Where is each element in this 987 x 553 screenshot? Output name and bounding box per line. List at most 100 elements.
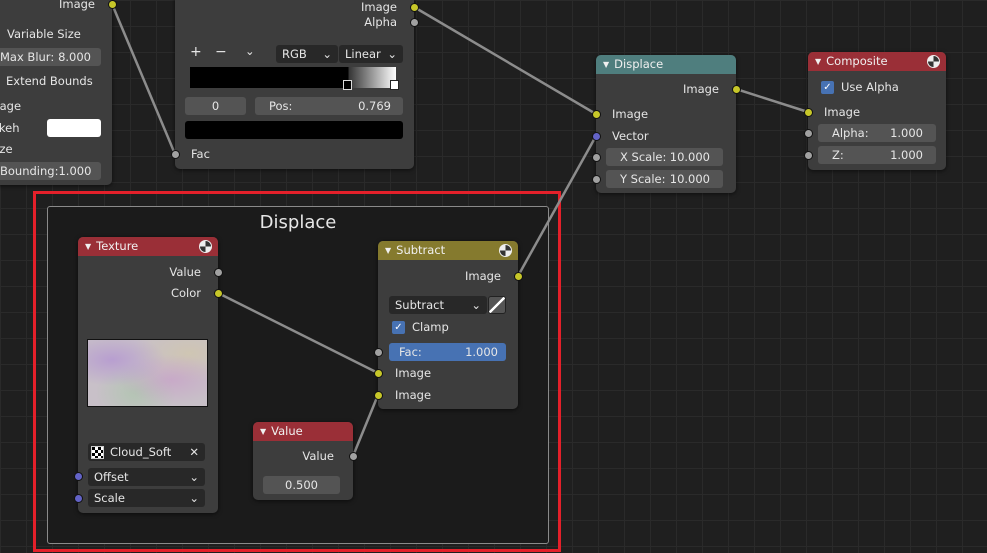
input-image: Image [0,99,22,113]
fac-field[interactable]: Fac: 1.000 [389,343,506,361]
socket-texture-color-out[interactable] [213,288,223,298]
output-alpha: Alpha [364,15,397,29]
node-header[interactable]: ▼ Texture [78,237,218,256]
max-blur-field[interactable]: Max Blur: 8.000 [0,48,101,66]
link-subtract-to-vector [516,135,598,277]
node-color-ramp[interactable]: Image Alpha + − ⌄ RGB ⌄ Linear ⌄ 0 Pos: 0.7… [175,0,414,169]
stop-color-swatch[interactable] [185,121,403,139]
socket-displace-xscale-in[interactable] [591,152,601,162]
value-field[interactable]: 0.500 [263,476,340,494]
socket-bokeh-image-out[interactable] [107,0,117,9]
input-bokeh: Bokeh [0,121,20,135]
stop-index-field[interactable]: 0 [185,97,246,115]
compositor-icon [499,244,512,257]
socket-composite-image-in[interactable] [803,107,813,117]
color-mode-dropdown[interactable]: RGB ⌄ [276,45,338,63]
socket-texture-value-out[interactable] [213,267,223,277]
output-image: Image [682,82,719,96]
close-icon[interactable]: ✕ [189,443,199,461]
color-ramp-bar[interactable] [190,67,396,88]
socket-texture-offset-in[interactable] [73,471,83,481]
texture-preview [87,339,208,407]
clamp-checkbox[interactable]: ✓ [392,321,405,334]
input-image: Image [824,105,861,119]
compositor-icon [927,55,940,68]
x-scale-field[interactable]: X Scale: 10.000 [606,148,723,166]
bounding-field[interactable]: Bounding: 1.000 [0,162,101,180]
link-displace-to-composite [735,87,809,114]
use-alpha-checkbox[interactable]: ✓ [821,81,834,94]
input-image: Image [612,107,649,121]
blend-mode-dropdown[interactable]: Subtract ⌄ [389,296,487,314]
input-size: Size [0,142,13,156]
link-value-to-image [351,394,380,457]
use-alpha-label: Use Alpha [841,80,899,94]
socket-subtract-fac-in[interactable] [373,347,383,357]
variable-size-label[interactable]: Variable Size [7,27,81,41]
socket-composite-alpha-in[interactable] [803,128,813,138]
ramp-stop-handle[interactable] [343,80,352,90]
socket-displace-image-out[interactable] [731,84,741,94]
output-image: Image [360,0,397,14]
stop-pos-field[interactable]: Pos: 0.769 [255,97,403,115]
socket-composite-z-in[interactable] [803,150,813,160]
texture-selector[interactable]: Cloud_Soft ✕ [88,443,205,461]
input-image-2: Image [395,388,432,402]
chevron-down-icon: ⌄ [387,47,397,61]
node-composite[interactable]: ▼ Composite ✓ Use Alpha Image Alpha: 1.000… [808,52,946,170]
node-header[interactable]: ▼ Value [253,422,353,441]
input-image-1: Image [395,366,432,380]
node-header[interactable]: ▼ Composite [808,52,946,71]
output-color: Color [170,286,201,300]
collapse-triangle-icon[interactable]: ▼ [603,60,609,69]
link-bokeh-to-fac [110,3,177,155]
interpolation-dropdown[interactable]: Linear ⌄ [339,45,403,63]
chevron-down-icon: ⌄ [322,47,332,61]
socket-ramp-fac-in[interactable] [170,149,180,159]
ramp-menu-button[interactable]: ⌄ [245,44,255,58]
socket-texture-scale-in[interactable] [73,493,83,503]
use-alpha-image-icon[interactable] [488,296,506,314]
node-bokeh-blur[interactable]: Image Variable Size Max Blur: 8.000 Exten… [0,0,112,185]
extend-bounds-label[interactable]: Extend Bounds [6,74,93,88]
clamp-label: Clamp [412,320,449,334]
socket-displace-yscale-in[interactable] [591,174,601,184]
ramp-stop-handle[interactable] [390,80,399,90]
node-texture[interactable]: ▼ Texture Value Color Cloud_Soft ✕ Offset… [78,237,218,513]
checkerboard-texture-icon [91,445,104,459]
socket-value-out[interactable] [348,451,358,461]
socket-displace-image-in[interactable] [591,109,601,119]
socket-ramp-alpha-out[interactable] [409,17,419,27]
chevron-down-icon: ⌄ [189,470,199,484]
link-color-to-image [217,291,379,375]
node-displace[interactable]: ▼ Displace Image Image Vector X Scale: 10.… [596,55,736,193]
socket-subtract-image-out[interactable] [513,271,523,281]
socket-subtract-image1-in[interactable] [373,368,383,378]
output-value: Value [302,449,334,463]
alpha-field[interactable]: Alpha: 1.000 [818,124,936,142]
y-scale-field[interactable]: Y Scale: 10.000 [606,170,723,188]
link-ramp-to-displace [413,5,597,116]
z-field[interactable]: Z: 1.000 [818,146,936,164]
node-header[interactable]: ▼ Displace [596,55,736,74]
output-image: Image [58,0,95,11]
collapse-triangle-icon[interactable]: ▼ [385,246,391,255]
collapse-triangle-icon[interactable]: ▼ [815,57,821,66]
collapse-triangle-icon[interactable]: ▼ [85,242,91,251]
offset-dropdown[interactable]: Offset ⌄ [88,468,205,486]
node-subtract[interactable]: ▼ Subtract Image Subtract ⌄ ✓ Clamp Fac: 1.… [378,241,518,409]
bokeh-color-swatch[interactable] [47,119,101,137]
collapse-triangle-icon[interactable]: ▼ [260,427,266,436]
node-header[interactable]: ▼ Subtract [378,241,518,260]
chevron-down-icon: ⌄ [189,491,199,505]
output-value: Value [169,265,201,279]
socket-subtract-image2-in[interactable] [373,390,383,400]
input-fac: Fac [191,147,210,161]
add-stop-button[interactable]: + [190,45,202,59]
scale-dropdown[interactable]: Scale ⌄ [88,489,205,507]
remove-stop-button[interactable]: − [215,45,227,59]
input-vector: Vector [612,129,649,143]
node-value[interactable]: ▼ Value Value 0.500 [253,422,353,500]
socket-displace-vector-in[interactable] [591,131,601,141]
socket-ramp-image-out[interactable] [409,2,419,12]
